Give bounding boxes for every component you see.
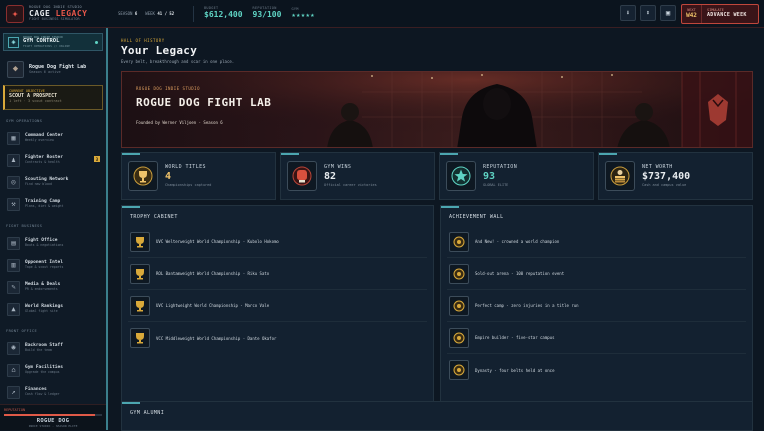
log-icon: ⬍ — [645, 9, 651, 17]
save-button[interactable]: ⬇ — [620, 5, 636, 21]
gym-alumni-title: GYM ALUMNI — [130, 410, 165, 416]
medal-icon — [449, 263, 469, 284]
trophy-icon — [128, 161, 158, 191]
briefcase-icon: ▤ — [7, 236, 20, 250]
achievement-row[interactable]: Empire builder - five-star campus — [447, 322, 746, 354]
building-icon: ⌂ — [7, 363, 20, 377]
achievement-wall-panel: ACHIEVEMENT WALL And New! - crowned a wo… — [440, 205, 753, 424]
season-week-readout: SEASON 6 WEEK 41 / 52 — [118, 11, 175, 16]
trophy-cabinet-title: TROPHY CABINET — [130, 214, 178, 220]
arena-illustration — [122, 72, 752, 147]
page-kicker: HALL OF HISTORY — [121, 38, 165, 43]
achievement-row[interactable]: Perfect camp - zero injuries in a title … — [447, 290, 746, 322]
star-medal-icon — [446, 161, 476, 191]
gym-rating-stat: GYM ★★★★★ — [291, 6, 316, 19]
reputation-bar-fill — [4, 414, 96, 416]
nav-section-fight-business: FIGHT BUSINESS — [6, 223, 43, 228]
sidebar: ◈ ROGUE DOG INDIE STUDIO GYM CONTROL FIG… — [0, 28, 108, 430]
trophy-icon — [130, 295, 150, 316]
trophy-row[interactable]: UVC Lightweight World Championship - Mar… — [128, 290, 427, 322]
legacy-hero-banner: ROGUE DOG INDIE STUDIO ROGUE DOG FIGHT L… — [121, 71, 753, 148]
settings-icon: ▣ — [665, 9, 671, 17]
stat-card-reputation: REPUTATION 93 GLOBAL ELITE — [439, 152, 594, 200]
fighter-icon: ♟ — [7, 153, 20, 167]
page-title: Your Legacy — [121, 44, 198, 57]
nav-training-camp[interactable]: ⚒ Training Camp Plans, diet & weight — [0, 193, 106, 215]
trophy-icon — [130, 263, 150, 284]
stat-card-world-titles: WORLD TITLES 4 Championships captured — [121, 152, 276, 200]
nav-command-center[interactable]: ▦ Command Center Weekly overview — [0, 127, 106, 149]
nav-finances[interactable]: ↗ Finances Cash flow & ledger — [0, 381, 106, 403]
medal-icon — [449, 295, 469, 316]
reputation-bar — [4, 414, 102, 416]
nav-fight-office[interactable]: ▤ Fight Office Bouts & negotiations — [0, 232, 106, 254]
nav-scouting-network[interactable]: ◎ Scouting Network Find new blood — [0, 171, 106, 193]
nav-backroom-staff[interactable]: ☻ Backroom Staff Build the team — [0, 337, 106, 359]
dumbbell-icon: ⚒ — [7, 197, 20, 211]
nav-fighter-roster[interactable]: ♟ Fighter Roster Contracts & health 3 — [0, 149, 106, 171]
divider — [193, 5, 194, 22]
page-subtitle: Every belt, breakthrough and scar in one… — [121, 59, 235, 64]
boxing-glove-icon — [287, 161, 317, 191]
trophy-cabinet-panel: TROPHY CABINET UVC Welterweight World Ch… — [121, 205, 434, 424]
gym-profile-card[interactable]: ◆ Rogue Dog Fight Lab Season 6 active — [3, 57, 103, 81]
notification-badge: 3 — [94, 156, 100, 162]
stat-card-gym-wins: GYM WINS 82 Official career victories — [280, 152, 435, 200]
reputation-footer: REPUTATION ROGUE DOG INDIE STUDIO · SEAS… — [0, 404, 106, 430]
gym-alumni-panel: GYM ALUMNI — [121, 401, 753, 431]
main-content: HALL OF HISTORY Your Legacy Every belt, … — [110, 28, 764, 431]
nav-gym-facilities[interactable]: ⌂ Gym Facilities Upgrade the campus — [0, 359, 106, 381]
settings-button[interactable]: ▣ — [660, 5, 676, 21]
medal-icon — [449, 327, 469, 348]
achievement-wall-title: ACHIEVEMENT WALL — [449, 214, 504, 220]
gym-status: Season 6 active — [29, 70, 61, 74]
megaphone-icon: ✎ — [7, 280, 20, 294]
nav-world-rankings[interactable]: ▲ World Rankings Global fight site — [0, 298, 106, 320]
cage-logo-icon: ✦ — [6, 4, 24, 23]
hero-studio: ROGUE DOG INDIE STUDIO — [136, 86, 200, 91]
nav-media-deals[interactable]: ✎ Media & Deals PR & endorsements — [0, 276, 106, 298]
money-stack-icon — [605, 161, 635, 191]
legacy-stats: WORLD TITLES 4 Championships captured GY… — [121, 152, 753, 200]
gym-control-header[interactable]: ◈ ROGUE DOG INDIE STUDIO GYM CONTROL FIG… — [3, 33, 103, 51]
dossier-icon: ▥ — [7, 258, 20, 272]
current-objective[interactable]: CURRENT OBJECTIVE SCOUT A PROSPECT 1 lef… — [3, 85, 103, 110]
nav-section-gym-operations: GYM OPERATIONS — [6, 118, 43, 123]
dashboard-icon: ▦ — [7, 131, 20, 145]
hero-founded: Founded by Werner Viljoen · Season 6 — [136, 120, 223, 125]
trophy-icon — [130, 328, 150, 348]
achievement-row[interactable]: Sold-out arena - 100 reputation event — [447, 258, 746, 290]
staff-icon: ☻ — [7, 341, 20, 355]
log-button[interactable]: ⬍ — [640, 5, 656, 21]
nav-section-front-office: FRONT OFFICE — [6, 328, 38, 333]
save-icon: ⬇ — [625, 9, 631, 17]
top-bar: ✦ ROGUE DOG INDIE STUDIO CAGE LEGACY FIG… — [0, 0, 764, 28]
hero-gym-name: ROGUE DOG FIGHT LAB — [136, 96, 272, 109]
trophy-icon — [130, 231, 150, 252]
trophy-row[interactable]: UVC Welterweight World Championship - Ku… — [128, 226, 427, 258]
achievement-row[interactable]: Dynasty - four belts held at once — [447, 354, 746, 386]
binoculars-icon: ◎ — [7, 175, 20, 189]
chart-icon: ↗ — [7, 385, 20, 399]
podium-icon: ▲ — [7, 302, 20, 316]
budget-stat: BUDGET $612,400 — [204, 6, 243, 20]
nav-opponent-intel[interactable]: ▥ Opponent Intel Tape & scout reports — [0, 254, 106, 276]
control-panel-icon: ◈ — [8, 36, 19, 48]
online-status-dot — [95, 40, 98, 44]
medal-icon — [449, 231, 469, 252]
achievement-row[interactable]: And New! - crowned a world champion — [447, 226, 746, 258]
star-rating-icon: ★★★★★ — [291, 10, 316, 19]
dog-avatar-icon: ◆ — [7, 60, 24, 78]
medal-icon — [449, 360, 469, 380]
advance-week-button[interactable]: NEXT W42 SIMULATE ADVANCE WEEK — [681, 4, 759, 24]
trophy-row[interactable]: VCC Middleweight World Championship - Da… — [128, 322, 427, 354]
stat-card-net-worth: NET WORTH $737,400 Cash and campus value — [598, 152, 753, 200]
game-logo: ✦ ROGUE DOG INDIE STUDIO CAGE LEGACY FIG… — [0, 4, 110, 23]
trophy-row[interactable]: ROL Bantamweight World Championship - Ri… — [128, 258, 427, 290]
reputation-stat: REPUTATION 93/100 — [252, 6, 282, 20]
logo-subtitle: FIGHT BUSINESS SIMULATOR — [29, 16, 80, 21]
